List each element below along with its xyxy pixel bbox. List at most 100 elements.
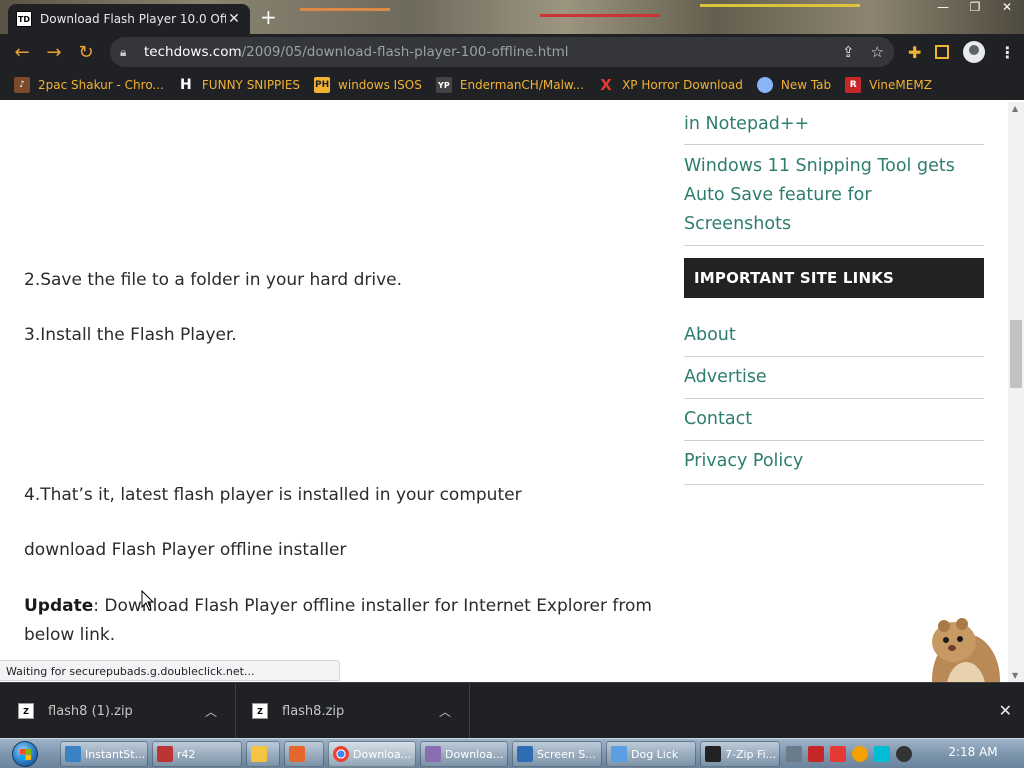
status-bubble: Waiting for securepubads.g.doubleclick.n… (0, 660, 340, 681)
app-icon (157, 746, 173, 762)
taskbar-button[interactable] (284, 741, 324, 767)
window-titlebar: TD Download Flash Player 10.0 Offline ✕ … (0, 0, 1024, 34)
screenshot-icon (517, 746, 533, 762)
taskbar-button-chrome[interactable]: Downloa... (328, 741, 416, 767)
media-player-icon (251, 746, 267, 762)
flag-icon[interactable] (830, 746, 846, 762)
sidebar-link-about[interactable]: About (684, 321, 984, 357)
sidebar-link-contact[interactable]: Contact (684, 405, 984, 441)
close-shelf-icon[interactable]: ✕ (999, 701, 1012, 720)
back-arrow-icon[interactable]: ← (6, 36, 38, 68)
step-3-text: 3.Install the Flash Player. (24, 325, 237, 345)
bookmark-favicon-icon: ♪ (14, 77, 30, 93)
search-icon[interactable] (852, 746, 868, 762)
taskbar-button[interactable]: 7-Zip Fi... (700, 741, 780, 767)
taskbar-label: InstantSt... (85, 747, 146, 761)
taskbar-label: 7-Zip Fi... (725, 747, 777, 761)
taskbar-label: Dog Lick (631, 747, 679, 761)
window-controls: — ❐ ✕ (934, 0, 1016, 14)
bookmark-star-icon[interactable]: ☆ (871, 43, 884, 61)
download-item[interactable]: Z flash8 (1).zip ︿ (0, 683, 236, 739)
start-button[interactable] (4, 739, 46, 768)
taskbar-button[interactable]: InstantSt... (60, 741, 148, 767)
tray-icon[interactable] (808, 746, 824, 762)
update-text: : Download Flash Player offline installe… (24, 596, 652, 645)
bookmark-favicon-icon: PH (314, 77, 331, 93)
volume-icon[interactable] (896, 746, 912, 762)
step-4-text: 4.That’s it, latest flash player is inst… (24, 485, 522, 505)
taskbar-button[interactable]: Downloa... (420, 741, 508, 767)
bookmark-favicon-icon: H (177, 77, 194, 93)
browser-tab-active[interactable]: TD Download Flash Player 10.0 Offline ✕ (8, 4, 250, 34)
taskbar-clock[interactable]: 2:18 AM (940, 745, 1006, 759)
share-icon[interactable]: ⇪ (842, 43, 855, 61)
new-tab-icon[interactable]: + (260, 6, 277, 28)
taskbar-button[interactable]: Screen S... (512, 741, 602, 767)
extensions-puzzle-icon[interactable]: ✚ (908, 43, 921, 62)
bookmark-item[interactable]: H FUNNY SNIPPIES (177, 77, 301, 93)
download-filename: flash8.zip (282, 703, 345, 719)
wallpaper-streak (300, 8, 390, 11)
taskbar-button[interactable] (246, 741, 280, 767)
recent-post-link[interactable]: Windows 11 Snipping Tool gets Auto Save … (684, 152, 984, 246)
download-line-text: download Flash Player offline installer (24, 540, 347, 560)
download-filename: flash8 (1).zip (48, 703, 133, 719)
bookmark-label: FUNNY SNIPPIES (201, 78, 301, 92)
taskbar-label: r42 (177, 747, 196, 761)
zip-file-icon: Z (252, 703, 268, 719)
sidebar-link-privacy-policy[interactable]: Privacy Policy (684, 447, 984, 485)
app-icon (289, 746, 305, 762)
bookmark-label: 2pac Shakur - Chro... (38, 78, 164, 92)
globe-icon (756, 77, 773, 93)
bookmark-label: windows ISOS (338, 78, 422, 92)
step-2-text: 2.Save the file to a folder in your hard… (24, 270, 403, 290)
taskbar-button[interactable]: Dog Lick (606, 741, 696, 767)
bookmark-item[interactable]: New Tab (756, 77, 832, 93)
app-icon (611, 746, 627, 762)
bookmark-favicon-icon: X (600, 76, 612, 94)
side-panel-icon[interactable] (935, 45, 950, 59)
minimize-icon[interactable]: — (934, 0, 952, 14)
app-icon (425, 746, 441, 762)
bookmark-label: VineMEMZ (869, 78, 932, 92)
network-icon[interactable] (874, 746, 890, 762)
profile-avatar-icon[interactable] (963, 41, 986, 63)
chrome-menu-icon[interactable]: ⋮ (999, 43, 1015, 62)
ie-icon (65, 746, 81, 762)
page-scrollbar[interactable]: ▲ ▼ (1008, 102, 1024, 682)
bookmark-item[interactable]: X XP Horror Download (598, 76, 743, 94)
update-paragraph: Update: Download Flash Player offline in… (24, 592, 664, 650)
bookmark-item[interactable]: PH windows ISOS (314, 77, 422, 93)
scrollbar-thumb[interactable] (1010, 320, 1022, 388)
scroll-up-icon[interactable]: ▲ (1012, 104, 1018, 113)
bookmark-item[interactable]: YP EndermanCH/Malw... (435, 77, 584, 93)
restore-icon[interactable]: ❐ (966, 0, 984, 14)
taskbar-button[interactable]: r42 (152, 741, 242, 767)
wallpaper-streak (540, 14, 660, 17)
bookmark-item[interactable]: ♪ 2pac Shakur - Chro... (14, 77, 164, 93)
windows-logo-icon (12, 741, 38, 767)
tray-icon[interactable] (786, 746, 802, 762)
taskbar-label: Screen S... (537, 747, 596, 761)
lock-icon[interactable]: 🔒︎ (120, 45, 136, 60)
windows-taskbar: InstantSt... r42 Downloa... Downloa... S… (0, 738, 1024, 768)
forward-arrow-icon[interactable]: → (38, 36, 70, 68)
chevron-up-icon[interactable]: ︿ (435, 703, 455, 720)
close-window-icon[interactable]: ✕ (998, 0, 1016, 14)
download-shelf: Z flash8 (1).zip ︿ Z flash8.zip ︿ ✕ (0, 682, 1024, 739)
url-domain: techdows.com (144, 44, 242, 60)
tab-close-icon[interactable]: ✕ (226, 11, 242, 27)
taskbar-label: Downloa... (445, 747, 504, 761)
chevron-up-icon[interactable]: ︿ (201, 703, 221, 720)
bookmark-label: New Tab (780, 78, 832, 92)
recent-post-link[interactable]: in Notepad++ (684, 110, 984, 145)
sidebar-link-advertise[interactable]: Advertise (684, 363, 984, 399)
reload-icon[interactable]: ↻ (70, 36, 102, 68)
chrome-icon (333, 746, 349, 762)
address-bar[interactable]: 🔒︎ techdows.com/2009/05/download-flash-p… (110, 37, 894, 67)
download-item[interactable]: Z flash8.zip ︿ (234, 683, 470, 739)
scroll-down-icon[interactable]: ▼ (1012, 671, 1018, 680)
techdows-favicon-icon: TD (16, 11, 32, 27)
bookmark-item[interactable]: R VineMEMZ (845, 77, 932, 93)
bookmark-favicon-icon: R (845, 77, 862, 93)
